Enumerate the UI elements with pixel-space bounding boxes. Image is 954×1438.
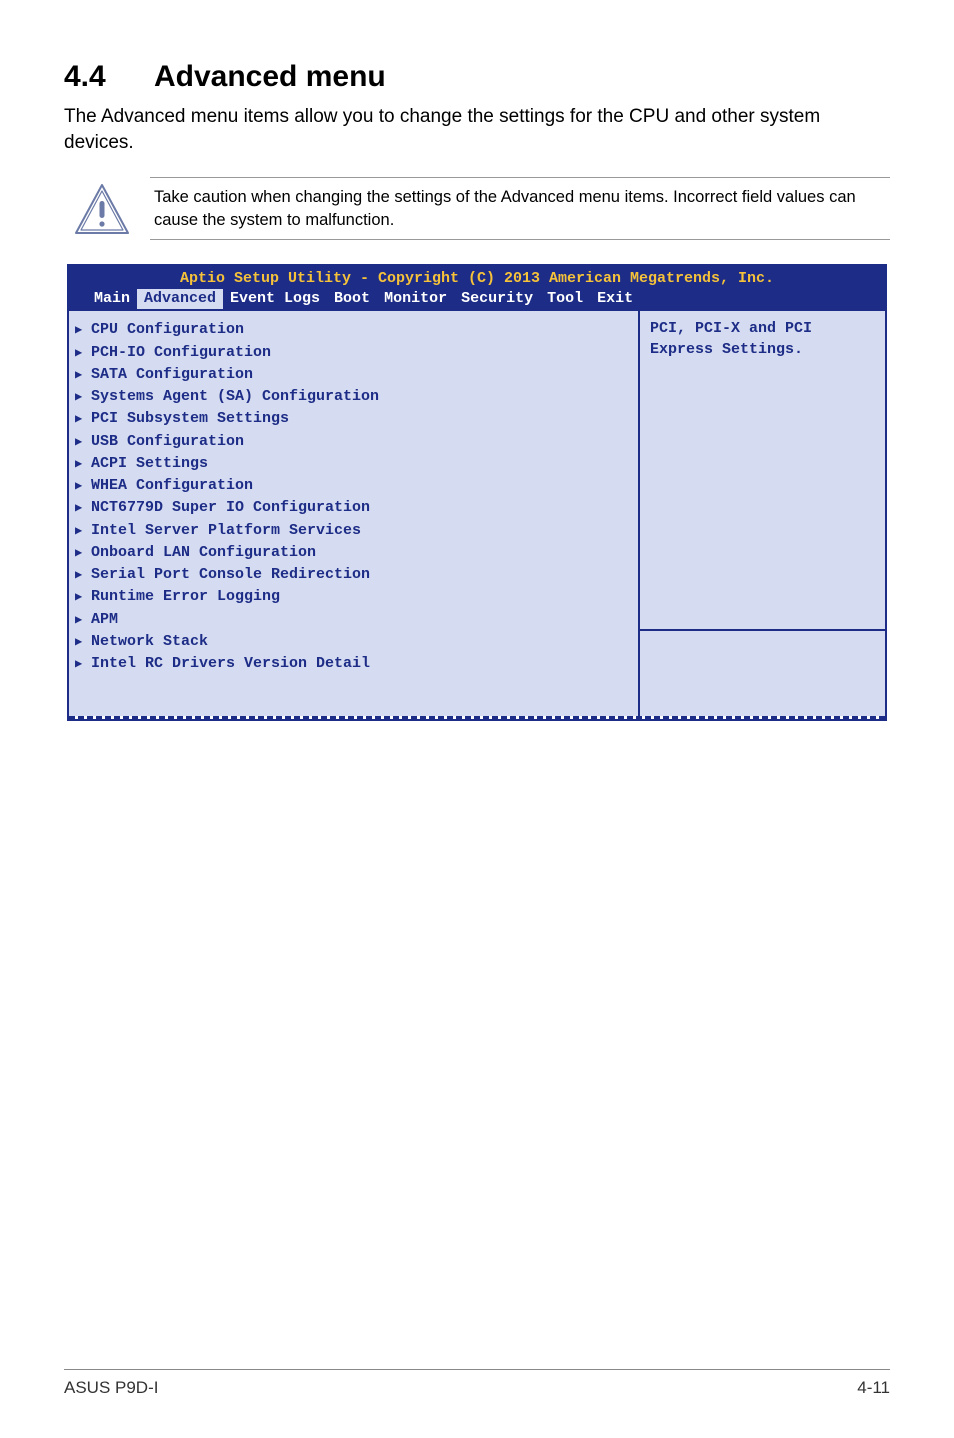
bios-tab-bar: Main Advanced Event Logs Boot Monitor Se…: [75, 289, 879, 309]
help-hotkeys-area: [640, 631, 885, 716]
chevron-right-icon: ▶: [75, 545, 91, 561]
bios-torn-edge: [69, 716, 885, 719]
section-title: Advanced menu: [154, 60, 386, 93]
section-number: 4.4: [64, 60, 154, 94]
chevron-right-icon: ▶: [75, 656, 91, 672]
item-intel-server-platform[interactable]: ▶Intel Server Platform Services: [75, 520, 632, 542]
bios-title: Aptio Setup Utility - Copyright (C) 2013…: [75, 269, 879, 289]
chevron-right-icon: ▶: [75, 322, 91, 338]
chevron-right-icon: ▶: [75, 523, 91, 539]
item-sata-configuration[interactable]: ▶SATA Configuration: [75, 364, 632, 386]
item-serial-port-redirection[interactable]: ▶Serial Port Console Redirection: [75, 564, 632, 586]
warning-icon: [74, 183, 130, 235]
bios-menu-list: ▶CPU Configuration ▶PCH-IO Configuration…: [69, 311, 640, 716]
help-text-line2: Express Settings.: [650, 340, 875, 360]
bios-screenshot: Aptio Setup Utility - Copyright (C) 2013…: [67, 264, 887, 722]
item-pch-io-configuration[interactable]: ▶PCH-IO Configuration: [75, 342, 632, 364]
item-acpi-settings[interactable]: ▶ACPI Settings: [75, 453, 632, 475]
item-whea-configuration[interactable]: ▶WHEA Configuration: [75, 475, 632, 497]
chevron-right-icon: ▶: [75, 478, 91, 494]
tab-event-logs[interactable]: Event Logs: [223, 289, 327, 309]
item-runtime-error-logging[interactable]: ▶Runtime Error Logging: [75, 586, 632, 608]
chevron-right-icon: ▶: [75, 345, 91, 361]
item-usb-configuration[interactable]: ▶USB Configuration: [75, 431, 632, 453]
page-footer: ASUS P9D-I 4-11: [64, 1369, 890, 1398]
bios-help-panel: PCI, PCI-X and PCI Express Settings.: [640, 311, 885, 716]
section-heading: 4.4Advanced menu: [64, 60, 890, 94]
chevron-right-icon: ▶: [75, 389, 91, 405]
tab-boot[interactable]: Boot: [327, 289, 377, 309]
item-network-stack[interactable]: ▶Network Stack: [75, 631, 632, 653]
chevron-right-icon: ▶: [75, 500, 91, 516]
tab-main[interactable]: Main: [87, 289, 137, 309]
tab-exit[interactable]: Exit: [590, 289, 640, 309]
chevron-right-icon: ▶: [75, 367, 91, 383]
item-apm[interactable]: ▶APM: [75, 609, 632, 631]
item-super-io-configuration[interactable]: ▶NCT6779D Super IO Configuration: [75, 497, 632, 519]
tab-tool[interactable]: Tool: [540, 289, 590, 309]
chevron-right-icon: ▶: [75, 456, 91, 472]
chevron-right-icon: ▶: [75, 634, 91, 650]
chevron-right-icon: ▶: [75, 434, 91, 450]
item-onboard-lan-configuration[interactable]: ▶Onboard LAN Configuration: [75, 542, 632, 564]
footer-page-number: 4-11: [857, 1378, 890, 1398]
chevron-right-icon: ▶: [75, 589, 91, 605]
help-text-line1: PCI, PCI-X and PCI: [650, 319, 875, 339]
chevron-right-icon: ▶: [75, 612, 91, 628]
tab-advanced[interactable]: Advanced: [137, 289, 223, 309]
caution-text: Take caution when changing the settings …: [150, 177, 890, 240]
footer-product: ASUS P9D-I: [64, 1378, 158, 1398]
caution-note: Take caution when changing the settings …: [64, 177, 890, 240]
chevron-right-icon: ▶: [75, 567, 91, 583]
bios-header: Aptio Setup Utility - Copyright (C) 2013…: [69, 266, 885, 312]
tab-monitor[interactable]: Monitor: [377, 289, 454, 309]
intro-text: The Advanced menu items allow you to cha…: [64, 104, 890, 155]
item-pci-subsystem-settings[interactable]: ▶PCI Subsystem Settings: [75, 408, 632, 430]
tab-security[interactable]: Security: [454, 289, 540, 309]
item-systems-agent-configuration[interactable]: ▶Systems Agent (SA) Configuration: [75, 386, 632, 408]
item-cpu-configuration[interactable]: ▶CPU Configuration: [75, 319, 632, 341]
item-intel-rc-drivers[interactable]: ▶Intel RC Drivers Version Detail: [75, 653, 632, 675]
chevron-right-icon: ▶: [75, 411, 91, 427]
